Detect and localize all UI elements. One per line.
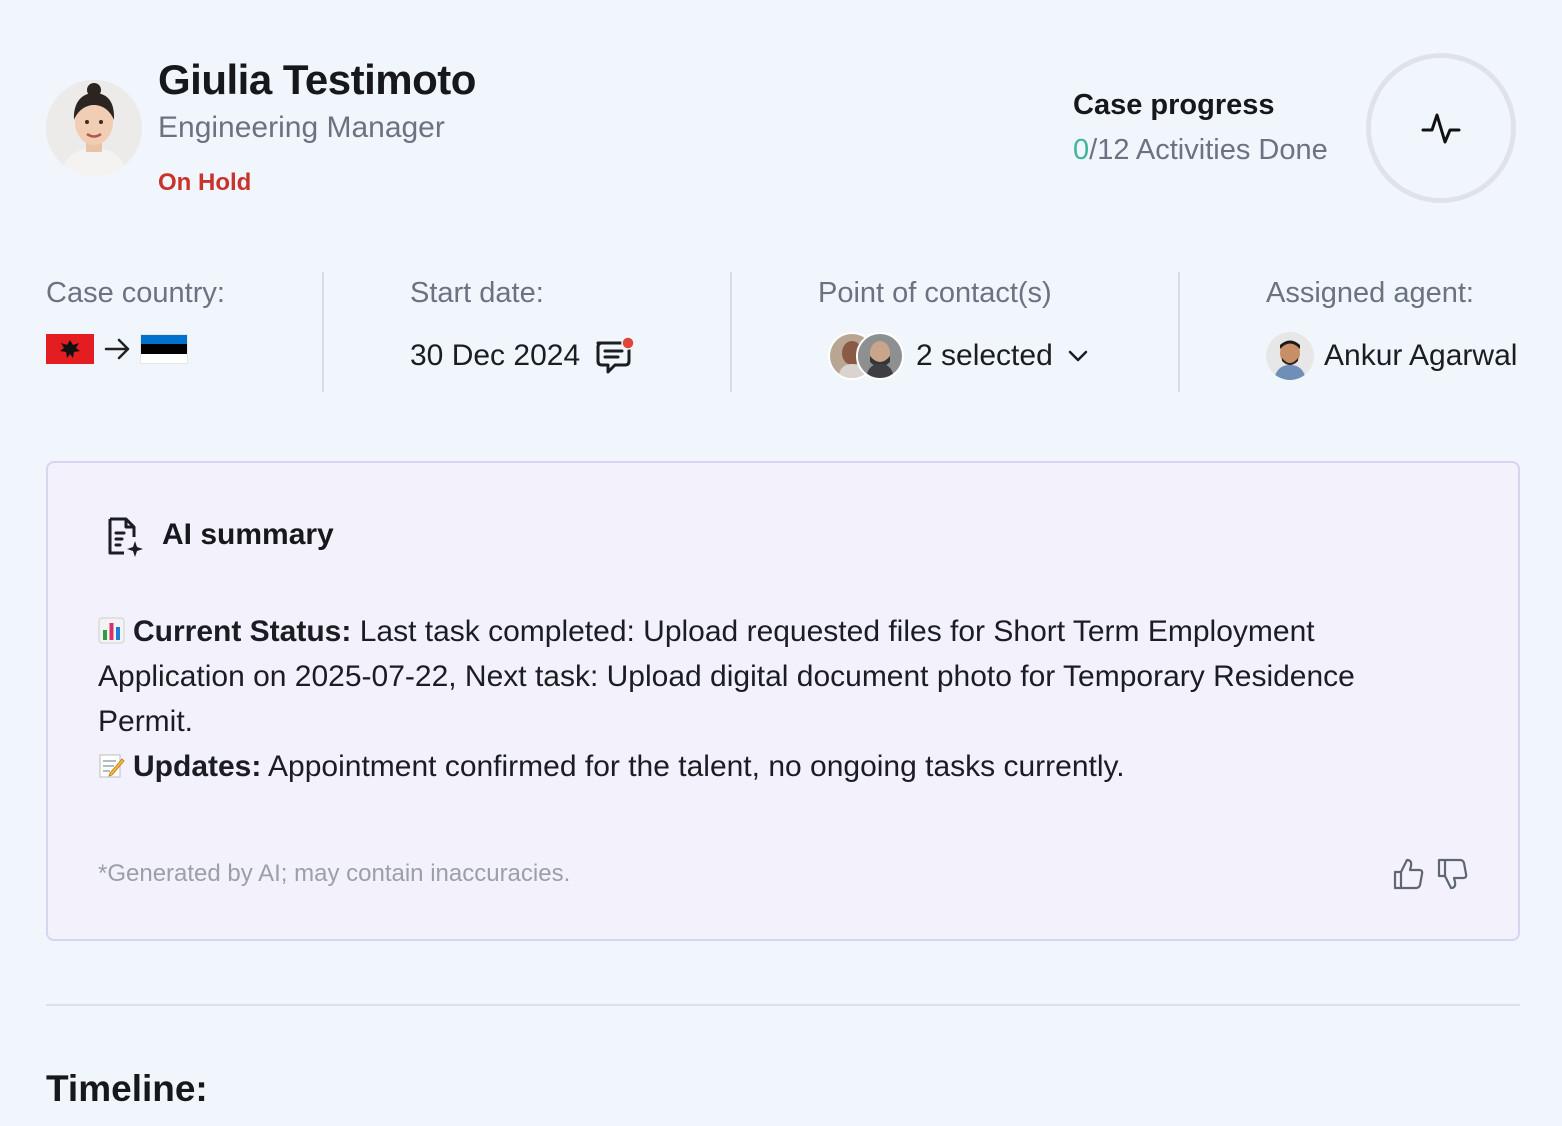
thumbs-down-icon[interactable] — [1435, 857, 1469, 891]
start-date-label: Start date: — [410, 277, 544, 309]
memo-icon — [98, 747, 125, 778]
ai-document-icon — [108, 517, 143, 557]
agent-name: Ankur Agarwal — [1324, 339, 1518, 372]
start-date-value: 30 Dec 2024 — [410, 336, 635, 376]
column-divider — [322, 272, 324, 392]
updates-label: Updates: — [133, 750, 262, 783]
current-status-label: Current Status: — [133, 615, 352, 648]
activity-pulse-icon — [1421, 113, 1461, 144]
profile-name: Giulia Testimoto — [158, 56, 476, 103]
profile-role: Engineering Manager — [158, 111, 445, 144]
status-badge: On Hold — [158, 169, 252, 196]
estonia-flag — [140, 334, 188, 364]
case-progress-count: 0/12 Activities Done — [1073, 134, 1328, 167]
case-country-label: Case country: — [46, 277, 225, 309]
progress-done-count: 0 — [1073, 134, 1090, 166]
ai-disclaimer: *Generated by AI; may contain inaccuraci… — [98, 860, 571, 887]
updates-text: Appointment confirmed for the talent, no… — [261, 750, 1125, 783]
chevron-down-icon — [1068, 350, 1088, 362]
case-progress-title: Case progress — [1073, 89, 1275, 121]
column-divider — [730, 272, 732, 392]
point-of-contact-label: Point of contact(s) — [818, 277, 1052, 309]
case-country-value — [46, 334, 188, 364]
thumbs-up-icon[interactable] — [1391, 857, 1425, 891]
progress-ring — [1366, 53, 1516, 203]
start-date-section: Start date: 30 Dec 2024 — [410, 272, 710, 392]
point-of-contact-selector[interactable]: 2 selected — [828, 332, 1095, 380]
ai-summary-text: Current Status: Last task completed: Upl… — [98, 609, 1438, 789]
case-country-section: Case country: — [46, 272, 306, 392]
albania-flag — [46, 334, 94, 364]
assigned-agent-label: Assigned agent: — [1266, 277, 1474, 309]
bar-chart-icon — [98, 612, 125, 644]
arrow-right-icon — [104, 338, 130, 360]
message-comment-icon[interactable] — [594, 336, 635, 376]
column-divider — [1178, 272, 1180, 392]
point-of-contact-section: Point of contact(s) 2 selected — [818, 272, 1158, 392]
contacts-selected-count: 2 selected — [916, 339, 1053, 372]
timeline-heading: Timeline: — [46, 1068, 208, 1109]
progress-total-label: /12 Activities Done — [1089, 134, 1328, 166]
assigned-agent-value: Ankur Agarwal — [1266, 332, 1517, 380]
section-divider — [46, 1004, 1520, 1006]
assigned-agent-section: Assigned agent: Ankur Agarwal — [1266, 272, 1556, 392]
agent-avatar — [1266, 332, 1314, 380]
profile-avatar — [46, 80, 142, 176]
contact-avatar — [856, 332, 904, 380]
ai-summary-title: AI summary — [162, 518, 334, 551]
ai-summary-card: AI summary Current Status: Last task com… — [46, 461, 1520, 941]
start-date-text: 30 Dec 2024 — [410, 339, 581, 372]
